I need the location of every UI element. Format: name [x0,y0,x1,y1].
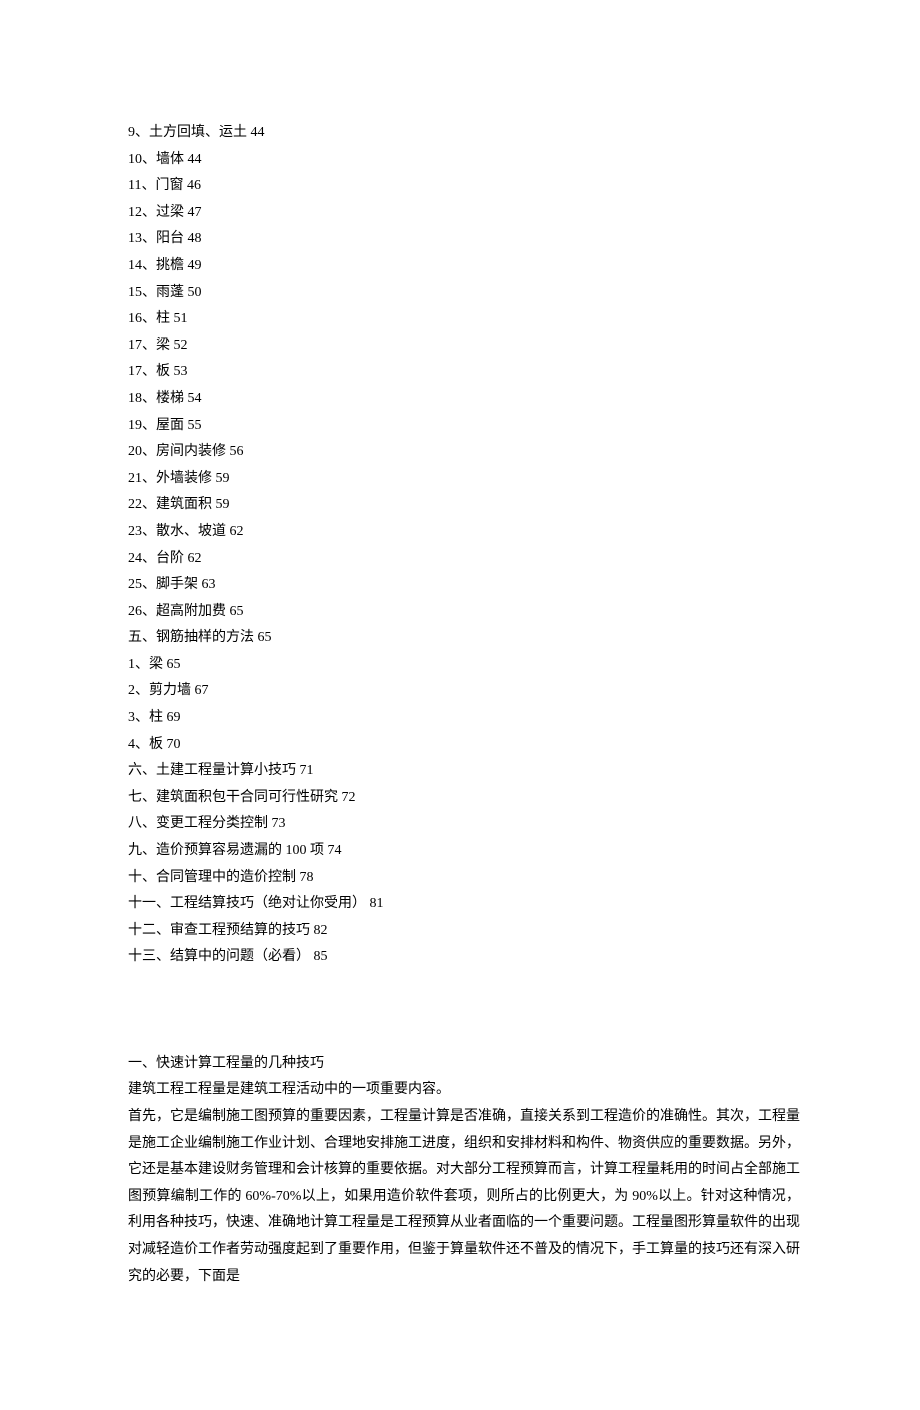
toc-item: 十一、工程结算技巧（绝对让你受用） 81 [128,891,800,918]
toc-item: 18、楼梯 54 [128,386,800,413]
toc-item: 23、散水、坡道 62 [128,519,800,546]
toc-item: 15、雨蓬 50 [128,280,800,307]
body-paragraph: 首先，它是编制施工图预算的重要因素，工程量计算是否准确，直接关系到工程造价的准确… [128,1104,800,1290]
toc-item: 10、墙体 44 [128,147,800,174]
toc-item: 21、外墙装修 59 [128,466,800,493]
toc-item: 3、柱 69 [128,705,800,732]
toc-item: 22、建筑面积 59 [128,492,800,519]
toc-item: 11、门窗 46 [128,173,800,200]
toc-item: 十、合同管理中的造价控制 78 [128,865,800,892]
spacer [128,998,800,1025]
toc-item: 26、超高附加费 65 [128,599,800,626]
toc-item: 9、土方回填、运土 44 [128,120,800,147]
toc-item: 12、过梁 47 [128,200,800,227]
toc-item: 1、梁 65 [128,652,800,679]
toc-item: 17、梁 52 [128,333,800,360]
toc-item: 七、建筑面积包干合同可行性研究 72 [128,785,800,812]
spacer [128,971,800,998]
toc-item: 八、变更工程分类控制 73 [128,811,800,838]
toc-item: 4、板 70 [128,732,800,759]
toc-item: 2、剪力墙 67 [128,678,800,705]
section-heading: 一、快速计算工程量的几种技巧 [128,1051,800,1078]
toc-item: 16、柱 51 [128,306,800,333]
toc-item: 五、钢筋抽样的方法 65 [128,625,800,652]
toc-item: 20、房间内装修 56 [128,439,800,466]
body-line: 建筑工程工程量是建筑工程活动中的一项重要内容。 [128,1077,800,1104]
toc-list: 9、土方回填、运土 44 10、墙体 44 11、门窗 46 12、过梁 47 … [128,120,800,971]
toc-item: 十三、结算中的问题（必看） 85 [128,944,800,971]
toc-item: 17、板 53 [128,359,800,386]
toc-item: 24、台阶 62 [128,546,800,573]
toc-item: 13、阳台 48 [128,226,800,253]
toc-item: 九、造价预算容易遗漏的 100 项 74 [128,838,800,865]
document-page: 9、土方回填、运土 44 10、墙体 44 11、门窗 46 12、过梁 47 … [0,0,920,1410]
toc-item: 14、挑檐 49 [128,253,800,280]
spacer [128,1024,800,1051]
toc-item: 十二、审查工程预结算的技巧 82 [128,918,800,945]
toc-item: 25、脚手架 63 [128,572,800,599]
toc-item: 六、土建工程量计算小技巧 71 [128,758,800,785]
toc-item: 19、屋面 55 [128,413,800,440]
